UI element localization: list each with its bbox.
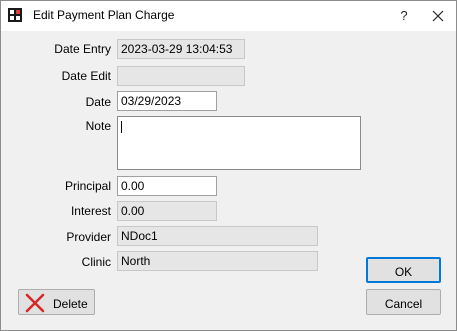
- date-edit-field: [117, 66, 245, 86]
- delete-x-icon: [25, 293, 45, 316]
- grid-app-icon: [8, 8, 22, 22]
- help-button[interactable]: ?: [389, 3, 419, 29]
- close-icon: [432, 10, 444, 22]
- date-edit-label: Date Edit: [61, 69, 111, 83]
- date-label: Date: [85, 95, 111, 109]
- delete-button-label: Delete: [53, 297, 88, 311]
- principal-input[interactable]: 0.00: [117, 176, 217, 196]
- note-label: Note: [85, 119, 111, 133]
- interest-label: Interest: [70, 204, 111, 218]
- clinic-field: North: [117, 251, 318, 271]
- ok-button-label: OK: [394, 265, 413, 279]
- cancel-button[interactable]: Cancel: [366, 289, 441, 315]
- title-bar: Edit Payment Plan Charge ?: [1, 1, 456, 31]
- date-entry-field: 2023-03-29 13:04:53: [117, 39, 245, 59]
- date-entry-label: Date Entry: [54, 42, 111, 56]
- principal-label: Principal: [64, 179, 111, 193]
- close-button[interactable]: [423, 3, 453, 29]
- window-title: Edit Payment Plan Charge: [33, 8, 175, 22]
- text-caret: [121, 121, 122, 133]
- date-input[interactable]: 03/29/2023: [117, 91, 217, 111]
- interest-field: 0.00: [117, 201, 217, 221]
- cancel-button-label: Cancel: [384, 297, 423, 311]
- clinic-label: Clinic: [81, 255, 111, 269]
- provider-label: Provider: [66, 230, 111, 244]
- ok-button[interactable]: OK: [366, 257, 441, 283]
- note-textarea[interactable]: [117, 116, 361, 170]
- provider-field: NDoc1: [117, 226, 318, 246]
- delete-button[interactable]: Delete: [18, 289, 95, 315]
- dialog-window: Edit Payment Plan Charge ? Date Entry 20…: [0, 0, 457, 331]
